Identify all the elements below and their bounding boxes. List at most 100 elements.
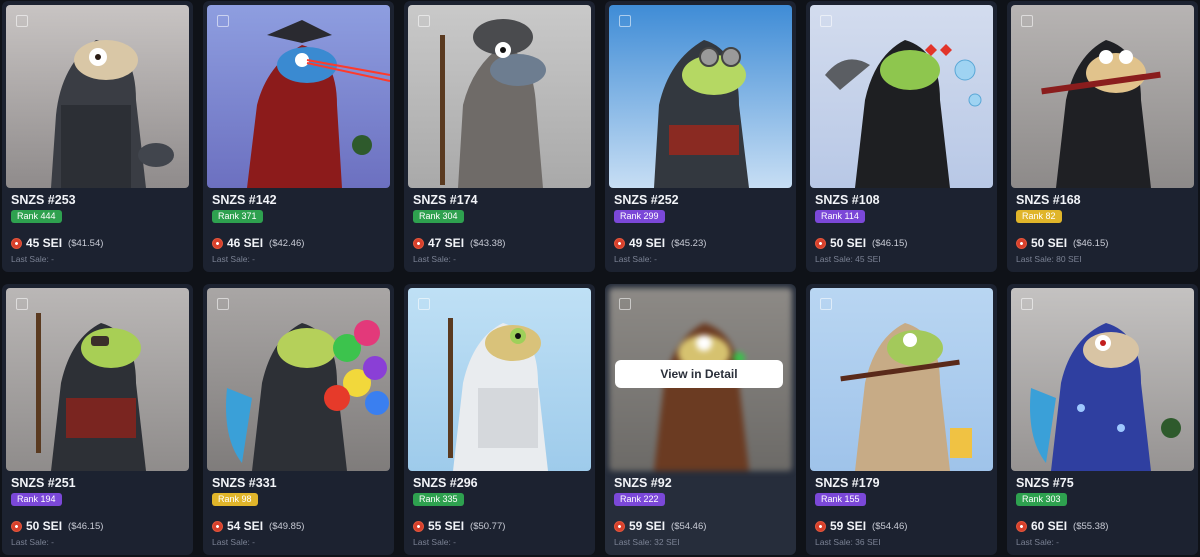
- nft-title: SNZS #251: [11, 476, 76, 490]
- select-checkbox[interactable]: [16, 298, 28, 310]
- price-row: 50 SEI ($46.15): [815, 236, 907, 250]
- price-row: 49 SEI ($45.23): [614, 236, 706, 250]
- nft-image[interactable]: [6, 288, 189, 471]
- nft-artwork: [810, 5, 993, 188]
- nft-title: SNZS #75: [1016, 476, 1074, 490]
- price-usd: ($49.85): [269, 520, 305, 532]
- view-in-detail-button[interactable]: View in Detail: [615, 360, 783, 388]
- rank-badge: Rank 98: [212, 493, 258, 506]
- nft-card[interactable]: View in Detail SNZS #92 Rank 222 59 SEI …: [605, 284, 796, 555]
- nft-card[interactable]: SNZS #251 Rank 194 50 SEI ($46.15) Last …: [2, 284, 193, 555]
- price-row: 50 SEI ($46.15): [1016, 236, 1108, 250]
- price-row: 46 SEI ($42.46): [212, 236, 304, 250]
- price-usd: ($46.15): [68, 520, 104, 532]
- sei-token-icon: [614, 237, 625, 249]
- last-sale: Last Sale: -: [11, 254, 54, 264]
- rank-badge: Rank 82: [1016, 210, 1062, 223]
- nft-card[interactable]: SNZS #252 Rank 299 49 SEI ($45.23) Last …: [605, 1, 796, 272]
- price-sei: 50 SEI: [1031, 236, 1068, 250]
- sei-token-icon: [413, 520, 424, 532]
- rank-badge: Rank 114: [815, 210, 865, 223]
- rank-badge: Rank 371: [212, 210, 263, 223]
- select-checkbox[interactable]: [16, 15, 28, 27]
- nft-artwork: [810, 288, 993, 471]
- price-row: 59 SEI ($54.46): [614, 519, 706, 533]
- price-row: 45 SEI ($41.54): [11, 236, 103, 250]
- price-sei: 46 SEI: [227, 236, 264, 250]
- nft-image[interactable]: [6, 5, 189, 188]
- nft-image[interactable]: [1011, 5, 1194, 188]
- nft-image[interactable]: [810, 5, 993, 188]
- nft-card[interactable]: SNZS #296 Rank 335 55 SEI ($50.77) Last …: [404, 284, 595, 555]
- nft-artwork: [207, 5, 390, 188]
- select-checkbox[interactable]: [820, 298, 832, 310]
- price-usd: ($45.23): [671, 237, 707, 249]
- nft-card[interactable]: SNZS #253 Rank 444 45 SEI ($41.54) Last …: [2, 1, 193, 272]
- select-checkbox[interactable]: [217, 15, 229, 27]
- sei-token-icon: [614, 520, 625, 532]
- price-sei: 47 SEI: [428, 236, 465, 250]
- price-row: 54 SEI ($49.85): [212, 519, 304, 533]
- sei-token-icon: [1016, 520, 1027, 532]
- nft-image[interactable]: [207, 288, 390, 471]
- rank-badge: Rank 299: [614, 210, 665, 223]
- nft-image[interactable]: [1011, 288, 1194, 471]
- price-usd: ($42.46): [269, 237, 305, 249]
- price-sei: 60 SEI: [1031, 519, 1068, 533]
- nft-title: SNZS #179: [815, 476, 880, 490]
- nft-artwork: [207, 288, 390, 471]
- price-row: 59 SEI ($54.46): [815, 519, 907, 533]
- select-checkbox[interactable]: [1021, 298, 1033, 310]
- price-sei: 55 SEI: [428, 519, 465, 533]
- sei-token-icon: [815, 520, 826, 532]
- price-usd: ($50.77): [470, 520, 506, 532]
- price-sei: 59 SEI: [830, 519, 867, 533]
- nft-artwork: [1011, 288, 1194, 471]
- nft-card[interactable]: SNZS #168 Rank 82 50 SEI ($46.15) Last S…: [1007, 1, 1198, 272]
- price-sei: 45 SEI: [26, 236, 63, 250]
- nft-image[interactable]: [609, 5, 792, 188]
- select-checkbox[interactable]: [1021, 15, 1033, 27]
- nft-artwork: [1011, 5, 1194, 188]
- nft-image[interactable]: [207, 5, 390, 188]
- sei-token-icon: [11, 237, 22, 249]
- select-checkbox[interactable]: [619, 15, 631, 27]
- nft-card[interactable]: SNZS #142 Rank 371 46 SEI ($42.46) Last …: [203, 1, 394, 272]
- nft-artwork: [6, 288, 189, 471]
- sei-token-icon: [815, 237, 826, 249]
- rank-badge: Rank 194: [11, 493, 62, 506]
- select-checkbox[interactable]: [619, 298, 631, 310]
- select-checkbox[interactable]: [820, 15, 832, 27]
- select-checkbox[interactable]: [418, 298, 430, 310]
- price-sei: 49 SEI: [629, 236, 666, 250]
- nft-card[interactable]: SNZS #179 Rank 155 59 SEI ($54.46) Last …: [806, 284, 997, 555]
- nft-card[interactable]: SNZS #331 Rank 98 54 SEI ($49.85) Last S…: [203, 284, 394, 555]
- nft-title: SNZS #296: [413, 476, 478, 490]
- nft-card[interactable]: SNZS #75 Rank 303 60 SEI ($55.38) Last S…: [1007, 284, 1198, 555]
- nft-title: SNZS #168: [1016, 193, 1081, 207]
- nft-image[interactable]: [810, 288, 993, 471]
- price-row: 50 SEI ($46.15): [11, 519, 103, 533]
- nft-title: SNZS #142: [212, 193, 277, 207]
- nft-artwork: [6, 5, 189, 188]
- select-checkbox[interactable]: [418, 15, 430, 27]
- nft-card[interactable]: SNZS #108 Rank 114 50 SEI ($46.15) Last …: [806, 1, 997, 272]
- last-sale: Last Sale: -: [1016, 537, 1059, 547]
- price-usd: ($46.15): [1073, 237, 1109, 249]
- nft-title: SNZS #92: [614, 476, 672, 490]
- price-usd: ($54.46): [872, 520, 908, 532]
- select-checkbox[interactable]: [217, 298, 229, 310]
- sei-token-icon: [1016, 237, 1027, 249]
- nft-grid: SNZS #253 Rank 444 45 SEI ($41.54) Last …: [0, 0, 1200, 557]
- price-row: 47 SEI ($43.38): [413, 236, 505, 250]
- price-row: 55 SEI ($50.77): [413, 519, 505, 533]
- nft-image[interactable]: [408, 5, 591, 188]
- price-sei: 59 SEI: [629, 519, 666, 533]
- sei-token-icon: [212, 237, 223, 249]
- rank-badge: Rank 303: [1016, 493, 1067, 506]
- sei-token-icon: [11, 520, 22, 532]
- nft-image[interactable]: [408, 288, 591, 471]
- last-sale: Last Sale: -: [413, 254, 456, 264]
- nft-card[interactable]: SNZS #174 Rank 304 47 SEI ($43.38) Last …: [404, 1, 595, 272]
- price-usd: ($54.46): [671, 520, 707, 532]
